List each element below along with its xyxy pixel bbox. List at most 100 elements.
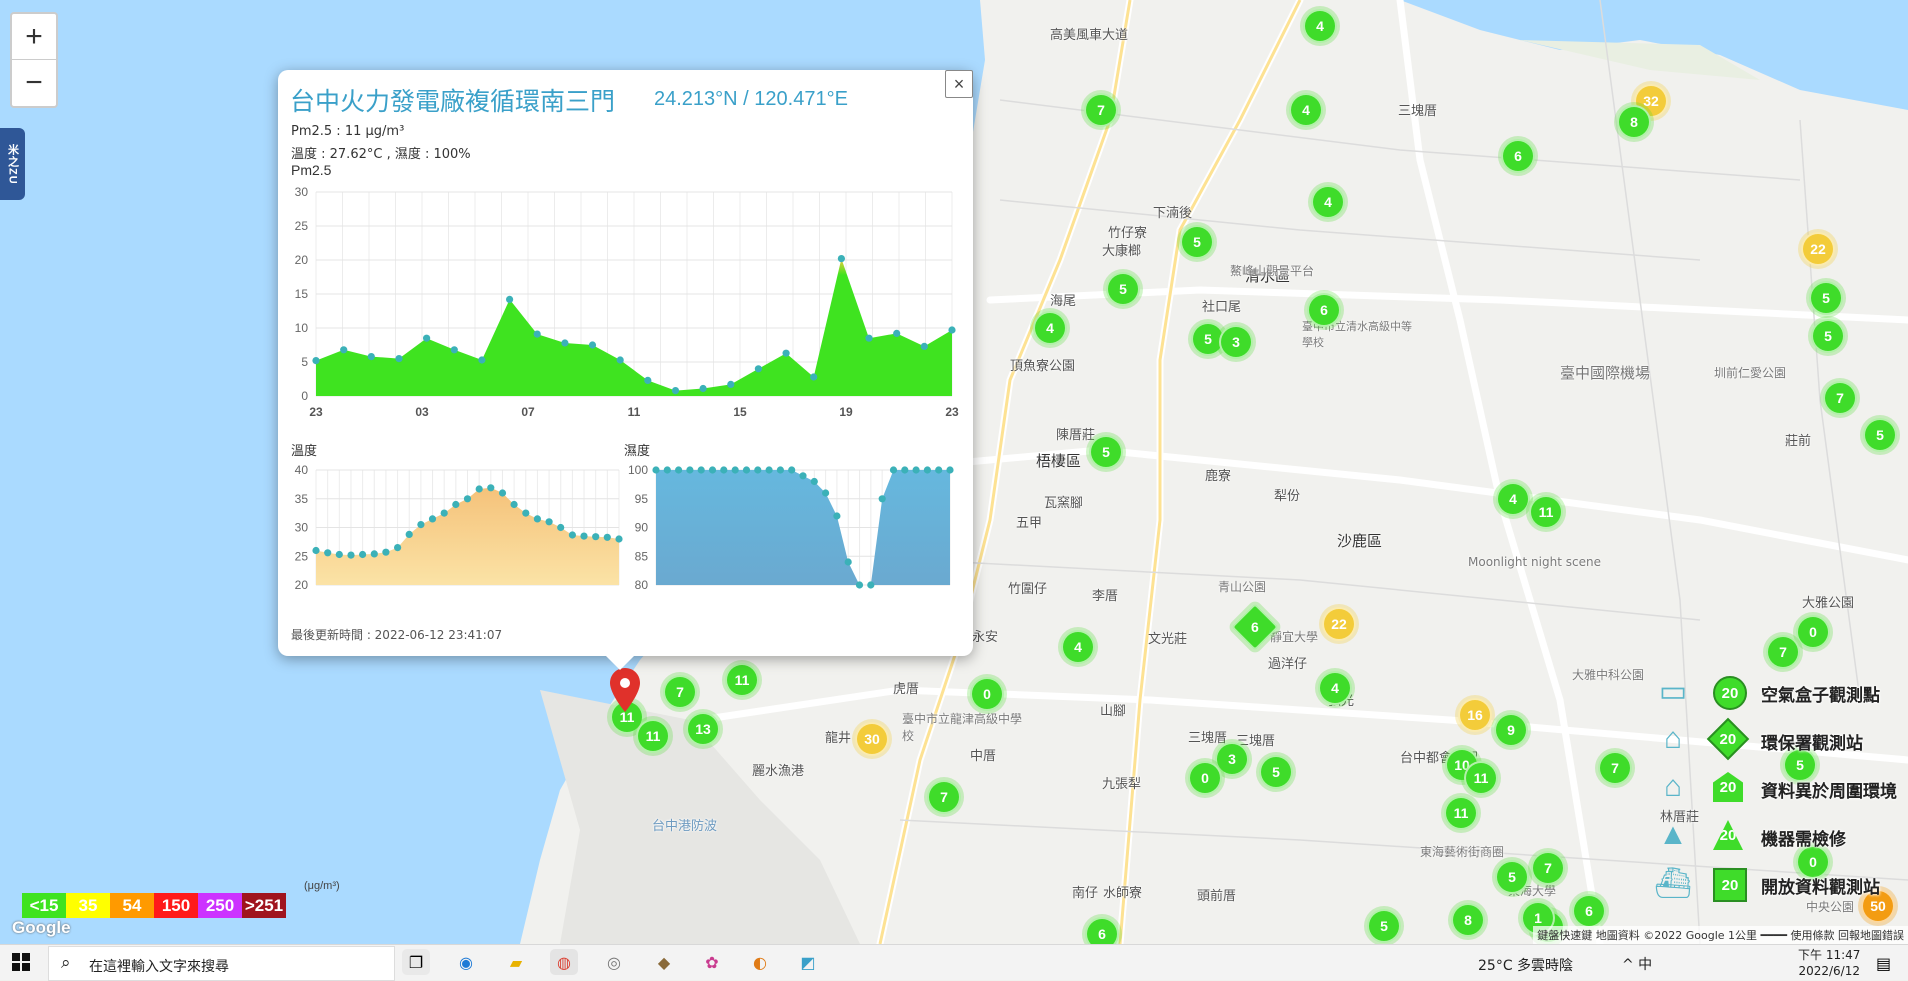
station-marker[interactable]: 9 xyxy=(1494,713,1528,747)
station-marker[interactable]: 5 xyxy=(1863,418,1897,452)
file-explorer-icon[interactable]: ▰ xyxy=(502,949,530,975)
data-point xyxy=(394,544,402,552)
legend-open-data: ⛴ 20 開放資料觀測站 xyxy=(1653,864,1908,904)
station-marker[interactable]: 4 xyxy=(1061,630,1095,664)
data-point xyxy=(920,342,928,350)
station-marker[interactable]: 5 xyxy=(1495,860,1529,894)
station-marker[interactable]: 11 xyxy=(725,663,759,697)
station-marker[interactable]: 7 xyxy=(1598,751,1632,785)
station-marker[interactable]: 5 xyxy=(1106,272,1140,306)
station-marker[interactable]: 5 xyxy=(1811,319,1845,353)
zoom-in-button[interactable]: + xyxy=(12,14,56,59)
marker-value: 8 xyxy=(1630,114,1638,130)
station-marker[interactable]: 16 xyxy=(1458,698,1492,732)
x-tick-label: 07 xyxy=(521,405,535,419)
marker-value: 3 xyxy=(1232,334,1240,350)
station-marker[interactable]: 0 xyxy=(1796,615,1830,649)
station-marker[interactable]: 4 xyxy=(1496,482,1530,516)
app-icon[interactable]: ◩ xyxy=(794,949,822,975)
taskbar-search-box[interactable]: ⌕ 在這裡輸入文字來搜尋 xyxy=(48,946,395,981)
station-marker[interactable]: 6 xyxy=(1085,917,1119,944)
map-attribution[interactable]: 鍵盤快速鍵 地圖資料 ©2022 Google 1公里 ━━━━ 使用條款 回報… xyxy=(1533,926,1908,944)
station-marker[interactable]: 5 xyxy=(1259,755,1293,789)
station-marker[interactable]: 13 xyxy=(686,712,720,746)
marker-value: 7 xyxy=(940,789,948,805)
station-marker[interactable]: 5 xyxy=(1809,281,1843,315)
data-point xyxy=(754,365,762,373)
data-point xyxy=(405,530,413,538)
station-marker[interactable]: 6 xyxy=(1307,293,1341,327)
edge-browser-icon[interactable]: ◉ xyxy=(452,949,480,975)
station-marker[interactable]: 6 xyxy=(1501,139,1535,173)
station-marker[interactable]: 7 xyxy=(663,675,697,709)
station-marker[interactable]: 8 xyxy=(1451,903,1485,937)
marker-value: 4 xyxy=(1046,320,1054,336)
station-marker[interactable]: 5 xyxy=(1180,225,1214,259)
station-marker[interactable]: 8 xyxy=(1617,105,1651,139)
place-label: 高美風車大道 xyxy=(1050,28,1129,43)
station-marker[interactable]: 4 xyxy=(1318,671,1352,705)
station-marker[interactable]: 4 xyxy=(1289,93,1323,127)
station-marker[interactable]: 22 xyxy=(1322,607,1356,641)
station-marker[interactable]: 7 xyxy=(1084,93,1118,127)
data-point xyxy=(580,532,588,540)
data-point xyxy=(731,466,739,474)
marker-value: 1 xyxy=(1534,910,1542,926)
marker-value: 4 xyxy=(1331,680,1339,696)
station-marker[interactable]: 11 xyxy=(1464,761,1498,795)
system-tray[interactable]: ^ 中 xyxy=(1622,954,1652,974)
side-panel-tab[interactable]: 米之ZU xyxy=(0,128,25,200)
zoom-out-button[interactable]: − xyxy=(12,59,56,105)
taskbar-clock[interactable]: 下午 11:47 2022/6/12 xyxy=(1798,947,1860,979)
data-point xyxy=(367,353,375,361)
y-tick-label: 0 xyxy=(301,389,308,403)
selected-location-pin[interactable] xyxy=(610,668,640,712)
station-marker[interactable]: 11 xyxy=(636,719,670,753)
windows-start-icon[interactable] xyxy=(12,953,30,971)
blender-icon[interactable]: ◐ xyxy=(746,949,774,975)
station-marker[interactable]: 4 xyxy=(1033,311,1067,345)
y-tick-label: 20 xyxy=(295,578,309,592)
legend-label: 機器需檢修 xyxy=(1761,830,1846,850)
place-label: 陳厝莊 xyxy=(1056,428,1096,443)
station-marker[interactable]: 30 xyxy=(855,722,889,756)
app-icon[interactable]: ◎ xyxy=(600,949,628,975)
place-label: 文光莊 xyxy=(1148,632,1188,647)
weather-widget[interactable]: 25°C 多雲時陰 xyxy=(1478,955,1573,975)
station-marker[interactable]: 4 xyxy=(1303,9,1337,43)
station-marker[interactable]: 0 xyxy=(1188,761,1222,795)
scale-bin: 150 xyxy=(154,893,198,918)
data-point xyxy=(878,495,886,503)
data-point xyxy=(671,387,680,395)
station-marker[interactable]: 7 xyxy=(1531,851,1565,885)
notification-icon[interactable]: ▤ xyxy=(1876,954,1891,973)
data-point xyxy=(428,515,437,523)
app-icon[interactable]: ✿ xyxy=(698,949,726,975)
app-icon[interactable]: ◆ xyxy=(650,949,678,975)
legend-label: 開放資料觀測站 xyxy=(1761,878,1880,898)
marker-value: 4 xyxy=(1324,194,1332,210)
data-point xyxy=(440,509,448,517)
station-marker[interactable]: 11 xyxy=(1444,796,1478,830)
place-label: 五甲 xyxy=(1016,516,1043,531)
station-marker[interactable]: 5 xyxy=(1089,435,1123,469)
data-point xyxy=(359,550,367,559)
chrome-browser-icon[interactable]: ◍ xyxy=(550,949,578,975)
marker-value: 5 xyxy=(1822,290,1830,306)
station-marker[interactable]: 22 xyxy=(1801,232,1835,266)
station-marker[interactable]: 7 xyxy=(927,780,961,814)
marker-value: 7 xyxy=(676,684,684,700)
station-marker[interactable]: 4 xyxy=(1311,185,1345,219)
place-label: 竹圍仔 xyxy=(1008,582,1048,597)
station-marker[interactable]: 5 xyxy=(1367,909,1401,943)
data-point xyxy=(370,550,378,558)
task-view-icon[interactable]: ❐ xyxy=(402,949,430,975)
station-marker[interactable]: 3 xyxy=(1219,325,1253,359)
data-point xyxy=(799,472,807,480)
station-marker[interactable]: 7 xyxy=(1766,635,1800,669)
station-marker[interactable]: 6 xyxy=(1572,894,1606,928)
station-marker[interactable]: 11 xyxy=(1529,495,1563,529)
place-label: 莊前 xyxy=(1785,434,1812,449)
station-marker[interactable]: 7 xyxy=(1823,381,1857,415)
station-marker[interactable]: 0 xyxy=(970,677,1004,711)
